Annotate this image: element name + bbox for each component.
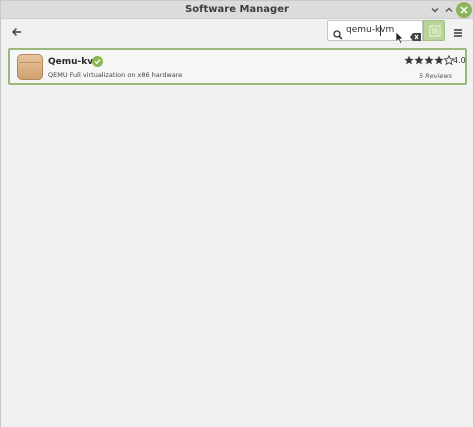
- close-icon[interactable]: [456, 2, 472, 18]
- search-query-text: qemu-kvm: [346, 25, 395, 35]
- verified-check-icon: [92, 56, 103, 67]
- search-input[interactable]: qemu-kvm: [327, 20, 423, 41]
- minimize-icon[interactable]: [428, 3, 442, 17]
- review-count: 5 Reviews: [419, 72, 453, 80]
- list-filter-icon: [429, 25, 441, 37]
- hamburger-menu-icon[interactable]: [452, 24, 464, 43]
- search-icon: [333, 25, 343, 44]
- star-filled-icon: [424, 55, 434, 65]
- package-icon: [17, 54, 43, 80]
- title-bar: Software Manager: [1, 1, 473, 19]
- text-caret: [380, 25, 381, 36]
- list-item[interactable]: Qemu-kvm QEMU Full virtualization on x86…: [8, 48, 467, 85]
- back-arrow-icon[interactable]: [10, 24, 24, 38]
- window-title: Software Manager: [185, 4, 289, 15]
- star-filled-icon: [434, 55, 444, 65]
- rating-value: 4.0: [453, 56, 466, 65]
- star-filled-icon: [404, 55, 414, 65]
- filter-button[interactable]: [423, 20, 445, 41]
- star-rating: [404, 55, 454, 65]
- app-summary: QEMU Full virtualization on x86 hardware: [48, 71, 183, 79]
- software-manager-window: Software Manager qemu-kvm Qemu-kvm QEMU …: [0, 0, 474, 427]
- results-list: Qemu-kvm QEMU Full virtualization on x86…: [1, 43, 473, 427]
- maximize-icon[interactable]: [442, 3, 456, 17]
- star-filled-icon: [414, 55, 424, 65]
